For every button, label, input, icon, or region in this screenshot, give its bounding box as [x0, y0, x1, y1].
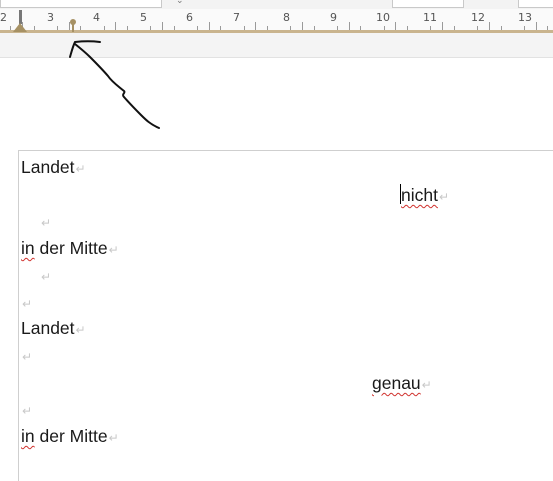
- paragraph-mark-icon: ↵: [421, 378, 432, 392]
- ruler-tick: [255, 22, 256, 30]
- doc-line-5[interactable]: ↵: [40, 265, 51, 287]
- paragraph-mark-icon: ↵: [75, 162, 86, 176]
- ruler-number: 8: [283, 11, 290, 24]
- ruler-number: 13: [518, 11, 532, 24]
- toolbar-glyph-icon[interactable]: ⌃: [195, 0, 203, 6]
- tab-stop-stem: [72, 24, 74, 32]
- ruler-tick: [115, 22, 116, 30]
- doc-line-6[interactable]: ↵: [21, 292, 32, 314]
- doc-text: der Mitte: [34, 238, 108, 258]
- ruler-tick: [162, 22, 163, 30]
- doc-line-8[interactable]: ↵: [21, 345, 32, 367]
- paragraph-mark-icon: ↵: [108, 243, 119, 257]
- toolbar-glyph-icon[interactable]: ⌄: [176, 0, 184, 6]
- doc-line-1[interactable]: Landet↵: [21, 157, 86, 179]
- doc-line-10[interactable]: ↵: [21, 399, 32, 421]
- first-line-indent-marker[interactable]: [19, 10, 22, 24]
- toolbar-strip: ⌄ ⌃ ⌃ ⌃ ⌃ ⌃ ⌃: [0, 0, 553, 9]
- paragraph-mark-icon: ↵: [75, 323, 86, 337]
- paragraph-mark-icon: ↵: [22, 297, 33, 311]
- toolbar-glyph-icon[interactable]: ⌃: [478, 0, 486, 6]
- paragraph-mark-icon: ↵: [41, 270, 52, 284]
- doc-text-misspelled: in: [21, 426, 35, 446]
- horizontal-ruler[interactable]: 2 3 4 5 6 7 8 9 10 11 12 13: [0, 9, 553, 31]
- doc-line-2[interactable]: nicht↵: [401, 185, 449, 207]
- ruler-number: 10: [376, 11, 390, 24]
- doc-text: der Mitte: [34, 426, 108, 446]
- font-name-box[interactable]: [0, 0, 162, 8]
- doc-line-9[interactable]: genau↵: [372, 373, 432, 395]
- doc-text-misspelled: in: [21, 238, 35, 258]
- paragraph-mark-icon: ↵: [22, 404, 33, 418]
- paragraph-mark-icon: ↵: [438, 190, 450, 204]
- doc-text: Landet: [21, 318, 75, 338]
- toolbar-glyph-icon[interactable]: ⌃: [326, 0, 334, 6]
- text-cursor: [400, 184, 401, 204]
- doc-text: Landet: [21, 157, 75, 177]
- style-box[interactable]: [392, 0, 464, 8]
- doc-text-misspelled: nicht: [401, 185, 438, 205]
- paragraph-mark-icon: ↵: [108, 431, 119, 445]
- doc-line-7[interactable]: Landet↵: [21, 318, 86, 340]
- ruler-tick: [395, 22, 396, 30]
- toolbar-glyph-icon[interactable]: ⌃: [371, 0, 379, 6]
- toolbar-glyph-icon[interactable]: ⌃: [240, 0, 248, 6]
- ruler-number: 6: [186, 11, 193, 24]
- doc-line-4[interactable]: in der Mitte↵: [21, 238, 119, 260]
- ruler-tick: [209, 22, 210, 30]
- doc-text-misspelled: genau: [372, 373, 421, 393]
- doc-line-11[interactable]: in der Mitte↵: [21, 426, 119, 448]
- ruler-gutter: [0, 33, 553, 58]
- ruler-tick: [442, 22, 443, 30]
- ruler-number: 12: [471, 11, 485, 24]
- ruler-number: 3: [47, 11, 54, 24]
- ruler-tick: [349, 22, 350, 30]
- ruler-tick: [536, 22, 537, 30]
- ruler-number: 2: [0, 11, 7, 24]
- doc-line-3[interactable]: ↵: [40, 211, 51, 233]
- size-box[interactable]: [518, 0, 553, 8]
- paragraph-mark-icon: ↵: [41, 216, 52, 230]
- ruler-tick: [489, 22, 490, 30]
- left-indent-marker[interactable]: [13, 23, 27, 32]
- ruler-tick: [302, 22, 303, 30]
- ruler-number: 4: [93, 11, 100, 24]
- paragraph-mark-icon: ↵: [22, 350, 33, 364]
- tab-stop-marker[interactable]: [70, 19, 76, 25]
- ruler-number: 5: [140, 11, 147, 24]
- ruler-number: 9: [330, 11, 337, 24]
- ruler-number: 7: [233, 11, 240, 24]
- ruler-number: 11: [423, 11, 437, 24]
- toolbar-glyph-icon[interactable]: ⌃: [300, 0, 308, 6]
